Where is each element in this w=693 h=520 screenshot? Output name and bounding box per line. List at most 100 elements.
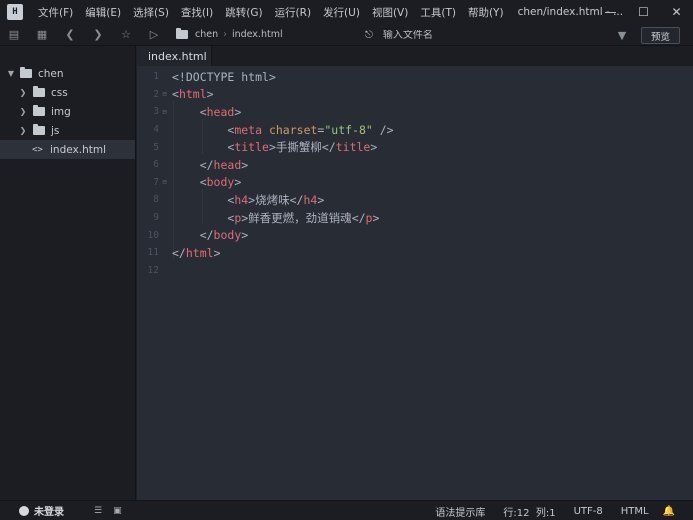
code-token: title (335, 140, 371, 155)
new-file-icon[interactable]: ▤ (0, 24, 28, 46)
maximize-icon[interactable]: ☐ (627, 0, 660, 24)
login-status[interactable]: 未登录 (19, 503, 64, 518)
menu-publish[interactable]: 发行(U) (317, 5, 366, 20)
forward-icon[interactable]: ❯ (84, 24, 112, 46)
line-number: 12 (147, 264, 159, 276)
code-line: 12 (137, 262, 693, 280)
code-line: 4 <meta charset="utf-8" /> (137, 121, 693, 139)
tree-item-img[interactable]: ❯ img (0, 102, 135, 121)
preview-button[interactable]: 预览 (641, 27, 680, 44)
save-icon[interactable]: ▦ (28, 24, 56, 46)
code-token: h4 (303, 192, 318, 207)
code-token: p (234, 210, 242, 225)
window-controls: — ☐ ✕ (594, 0, 693, 24)
html-file-icon: <> (32, 144, 43, 155)
run-icon[interactable]: ▷ (140, 24, 168, 46)
fold-icon[interactable]: ⊟ (160, 90, 169, 98)
chevron-down-icon[interactable]: ▼ (6, 69, 16, 78)
line-number: 8 (153, 194, 159, 206)
code-line: 8 <h4>烧烤味</h4> (137, 191, 693, 209)
breadcrumb-project[interactable]: chen (195, 29, 218, 40)
menu-tools[interactable]: 工具(T) (414, 5, 462, 20)
code-token: meta (234, 122, 263, 137)
status-bar-right: 语法提示库 行:12 列:1 UTF-8 HTML 🔔 (435, 501, 693, 520)
breadcrumb: chen › index.html (176, 28, 283, 40)
line-number: 3 (153, 106, 159, 118)
file-search: ⎋ (365, 24, 533, 46)
back-icon[interactable]: ❮ (56, 24, 84, 46)
code-token: head (206, 104, 235, 119)
code-editor[interactable]: 1 <!DOCTYPE html> 2 ⊟ <html> 3 ⊟ <head> 4 … (137, 66, 693, 500)
code-line: 10 </body> (137, 226, 693, 244)
code-token: h4 (234, 192, 249, 207)
code-token: p (365, 210, 373, 225)
line-number: 7 (153, 176, 159, 188)
code-line: 2 ⊟ <html> (137, 86, 693, 104)
tree-item-label: js (51, 124, 60, 137)
menu-find[interactable]: 查找(I) (175, 5, 219, 20)
filter-icon[interactable]: ▼ (612, 24, 632, 46)
cursor-position[interactable]: 行:12 列:1 (503, 504, 555, 519)
line-number: 9 (153, 212, 159, 224)
tree-item-label: img (51, 105, 71, 118)
menu-view[interactable]: 视图(V) (366, 5, 414, 20)
folder-icon (33, 86, 45, 97)
line-number: 1 (153, 71, 159, 83)
fold-icon[interactable]: ⊟ (160, 108, 169, 116)
line-number: 5 (153, 141, 159, 153)
chevron-right-icon: › (223, 29, 227, 40)
code-line: 9 <p>鲜香更燃，劲道销魂</p> (137, 209, 693, 227)
tree-root-label: chen (38, 67, 64, 80)
folder-icon (176, 28, 188, 39)
minimize-icon[interactable]: — (594, 0, 627, 24)
fold-icon[interactable]: ⊟ (160, 178, 169, 186)
terminal-icon[interactable]: ▣ (113, 506, 122, 516)
tree-item-css[interactable]: ❯ css (0, 83, 135, 102)
chevron-right-icon[interactable]: ❯ (18, 126, 28, 135)
syntax-library-button[interactable]: 语法提示库 (435, 504, 485, 519)
login-label: 未登录 (34, 507, 64, 518)
tab-index-html[interactable]: index.html (137, 46, 212, 66)
code-line: 6 </head> (137, 156, 693, 174)
code-token: html (185, 245, 214, 260)
menu-run[interactable]: 运行(R) (269, 5, 318, 20)
folder-icon (33, 105, 45, 116)
code-token: body (206, 175, 235, 190)
app-logo-icon: H (7, 4, 23, 20)
editor-tab-bar: index.html (137, 46, 693, 66)
encoding-selector[interactable]: UTF-8 (574, 506, 603, 517)
menu-help[interactable]: 帮助(Y) (462, 5, 510, 20)
menu-select[interactable]: 选择(S) (127, 5, 175, 20)
tree-item-js[interactable]: ❯ js (0, 121, 135, 140)
code-token: body (213, 228, 242, 243)
code-token: html (178, 87, 207, 102)
code-token: head (213, 157, 242, 172)
menu-edit[interactable]: 编辑(E) (79, 5, 127, 20)
code-token: 烧烤味 (255, 192, 290, 207)
code-line: 11 </html> (137, 244, 693, 262)
tree-item-label: index.html (50, 143, 106, 156)
status-bar: 未登录 ☰ ▣ 语法提示库 行:12 列:1 UTF-8 HTML 🔔 (0, 500, 693, 520)
line-number: 2 (153, 88, 159, 100)
bell-icon[interactable]: 🔔 (663, 506, 675, 517)
menu-goto[interactable]: 跳转(G) (219, 5, 268, 20)
language-selector[interactable]: HTML (621, 506, 649, 517)
code-token: <!DOCTYPE html> (172, 69, 276, 84)
close-icon[interactable]: ✕ (660, 0, 693, 24)
line-number: 10 (147, 229, 159, 241)
chevron-right-icon[interactable]: ❯ (18, 88, 28, 97)
project-folder-icon (20, 67, 32, 78)
tree-root-chen[interactable]: ▼ chen (0, 64, 135, 83)
line-number: 6 (153, 159, 159, 171)
tree-item-index-html[interactable]: <> index.html (0, 140, 135, 159)
line-number: 11 (147, 247, 159, 259)
star-icon[interactable]: ☆ (112, 24, 140, 46)
file-search-input[interactable] (382, 29, 533, 41)
breadcrumb-file[interactable]: index.html (232, 29, 283, 40)
chevron-right-icon[interactable]: ❯ (18, 107, 28, 116)
code-line: 5 <title>手撕蟹柳</title> (137, 138, 693, 156)
code-token: 手撕蟹柳 (275, 140, 322, 155)
menu-file[interactable]: 文件(F) (32, 5, 79, 20)
list-icon[interactable]: ☰ (94, 506, 102, 516)
tree-item-label: css (51, 86, 68, 99)
